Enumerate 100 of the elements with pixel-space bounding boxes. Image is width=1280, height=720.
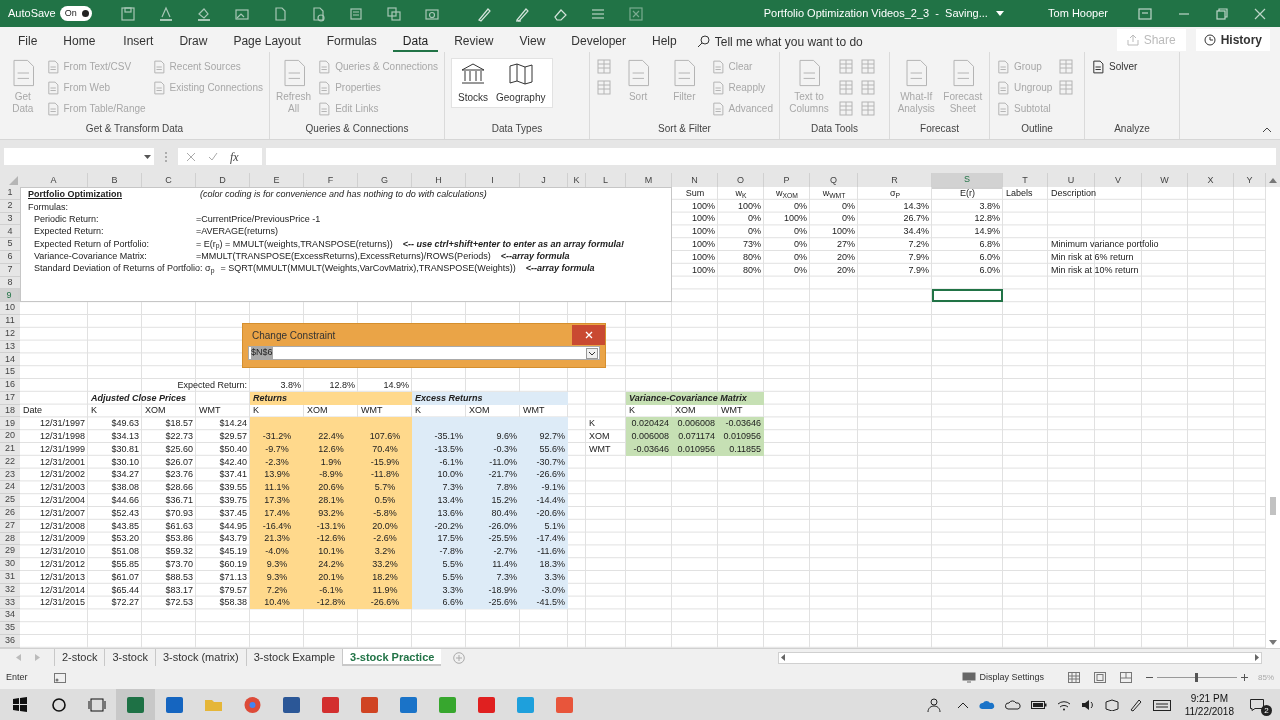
cancel-icon[interactable] xyxy=(186,151,196,162)
restore-icon[interactable] xyxy=(1216,7,1228,20)
gallery-item[interactable]: Geography xyxy=(496,61,546,105)
speaker-icon[interactable] xyxy=(1080,699,1095,711)
row-header[interactable]: 24 xyxy=(0,481,20,495)
row-header[interactable]: 34 xyxy=(0,609,20,623)
column-header[interactable]: U xyxy=(1048,173,1095,189)
menu-tab[interactable]: View xyxy=(509,31,556,52)
chevron-up-icon[interactable] xyxy=(956,701,969,709)
selected-cell[interactable] xyxy=(932,289,1003,303)
scroll-right-icon[interactable] xyxy=(1255,654,1260,661)
menu-tab[interactable]: Help xyxy=(642,31,687,52)
row-header[interactable]: 30 xyxy=(0,558,20,571)
column-header[interactable]: X xyxy=(1188,173,1234,189)
row-header[interactable]: 35 xyxy=(0,622,20,635)
pen-icon[interactable] xyxy=(1128,698,1143,712)
sheet-tab[interactable]: 3-stock Practice xyxy=(342,649,442,666)
scroll-thumb[interactable] xyxy=(1270,497,1276,515)
cell-text: 5.1% xyxy=(544,520,565,532)
row-header[interactable]: 10 xyxy=(0,302,20,315)
cell-text: $79.57 xyxy=(219,584,247,596)
cell-text: $49.63 xyxy=(111,418,139,430)
collapse-ribbon-icon[interactable] xyxy=(1262,127,1272,133)
note-label: Variance-Covariance Matrix: xyxy=(34,249,148,263)
history-button[interactable]: History xyxy=(1195,29,1270,51)
slider-thumb[interactable] xyxy=(1195,673,1199,682)
page-layout-icon[interactable] xyxy=(1094,672,1106,683)
formula-field[interactable] xyxy=(266,148,1276,165)
caret-icon[interactable] xyxy=(995,10,1004,17)
menu-tab[interactable]: Draw xyxy=(169,31,218,52)
column-header[interactable]: V xyxy=(1095,173,1142,189)
row-header[interactable]: 9 xyxy=(0,289,20,303)
cell-text: -31.2% xyxy=(262,431,292,443)
save-icon[interactable] xyxy=(119,5,136,22)
row-header[interactable]: 5 xyxy=(0,238,20,251)
cell-text: -26.0% xyxy=(488,520,517,532)
cell-text: 12/31/2012 xyxy=(39,559,85,570)
close-icon[interactable] xyxy=(1254,7,1266,20)
document-icon[interactable] xyxy=(347,5,364,22)
column-header[interactable]: Q xyxy=(810,173,858,189)
row-header[interactable]: 25 xyxy=(0,494,20,507)
insert-function-button[interactable]: fx xyxy=(230,147,239,166)
zoom-out-icon[interactable] xyxy=(1146,674,1153,681)
column-header[interactable]: P xyxy=(764,173,810,189)
collapse-dialog-icon[interactable] xyxy=(586,347,598,359)
menu-tab[interactable]: Page Layout xyxy=(223,31,311,52)
row-header[interactable]: 20 xyxy=(0,430,20,443)
macro-record-icon[interactable] xyxy=(53,672,66,683)
row-header[interactable]: 15 xyxy=(0,366,20,379)
page-break-icon[interactable] xyxy=(1120,672,1132,683)
app-icon[interactable] xyxy=(116,689,155,720)
column-header[interactable]: S xyxy=(932,173,1003,189)
cloud-icon[interactable] xyxy=(1004,700,1021,710)
menu-tab[interactable]: Formulas xyxy=(316,31,387,52)
column-header[interactable]: T xyxy=(1003,173,1048,189)
add-sheet-icon[interactable] xyxy=(453,651,466,664)
row-header[interactable]: 19 xyxy=(0,417,20,431)
scroll-down-icon[interactable] xyxy=(1269,640,1277,645)
menu-tab[interactable]: Home xyxy=(51,31,108,52)
ribbon-button[interactable]: Solver xyxy=(1091,58,1138,75)
battery-icon[interactable] xyxy=(1030,700,1047,710)
next-sheet-icon[interactable] xyxy=(35,654,40,661)
menu-tab[interactable]: Insert xyxy=(113,31,164,52)
horizontal-scrollbar[interactable] xyxy=(778,651,1263,664)
scroll-up-icon[interactable] xyxy=(1269,177,1277,183)
cell-text: -0.3% xyxy=(493,443,517,455)
zoom-in-icon[interactable] xyxy=(1241,674,1248,681)
keyboard-icon[interactable] xyxy=(1152,699,1171,711)
cell-text: -12.6% xyxy=(316,533,346,545)
box-icon[interactable] xyxy=(1104,699,1119,711)
scroll-left-icon[interactable] xyxy=(781,654,786,661)
cell-text: 5.5% xyxy=(442,559,463,570)
font-color-icon[interactable] xyxy=(157,5,174,22)
autosave-toggle[interactable]: On xyxy=(59,6,92,21)
zoom-slider[interactable] xyxy=(1157,673,1237,682)
row-header[interactable]: 4 xyxy=(0,225,20,239)
menu-tab[interactable]: Review xyxy=(444,31,504,52)
cloud-icon[interactable] xyxy=(978,700,995,710)
normal-view-icon[interactable] xyxy=(1068,672,1080,683)
document-icon xyxy=(996,101,1010,116)
gallery-item[interactable]: Stocks xyxy=(458,61,488,105)
menu-tab[interactable]: Developer xyxy=(561,31,636,52)
reference-field[interactable]: $N$6 xyxy=(248,346,600,360)
row-header[interactable]: 1 xyxy=(0,187,20,200)
tell-me-search[interactable]: Tell me what you want to do xyxy=(696,31,863,52)
cell-text: Min risk at 6% return xyxy=(1051,251,1134,263)
enter-icon[interactable] xyxy=(208,151,218,162)
clock-time: 9:21 PM xyxy=(1190,692,1228,705)
previous-sheet-icon[interactable] xyxy=(16,654,21,661)
row-header[interactable]: 14 xyxy=(0,353,20,367)
column-header[interactable]: W xyxy=(1142,173,1188,189)
menu-tab[interactable]: File xyxy=(10,31,46,52)
notifications-button[interactable]: 2 xyxy=(1250,696,1272,714)
display-settings-button[interactable]: Display Settings xyxy=(962,670,1044,685)
row-header[interactable]: 29 xyxy=(0,545,20,559)
copy-icon[interactable] xyxy=(385,5,402,22)
ribbon-display-icon[interactable] xyxy=(1138,7,1152,20)
wifi-icon[interactable] xyxy=(1056,699,1071,711)
column-header[interactable]: O xyxy=(718,173,764,189)
person-icon[interactable] xyxy=(926,698,941,712)
